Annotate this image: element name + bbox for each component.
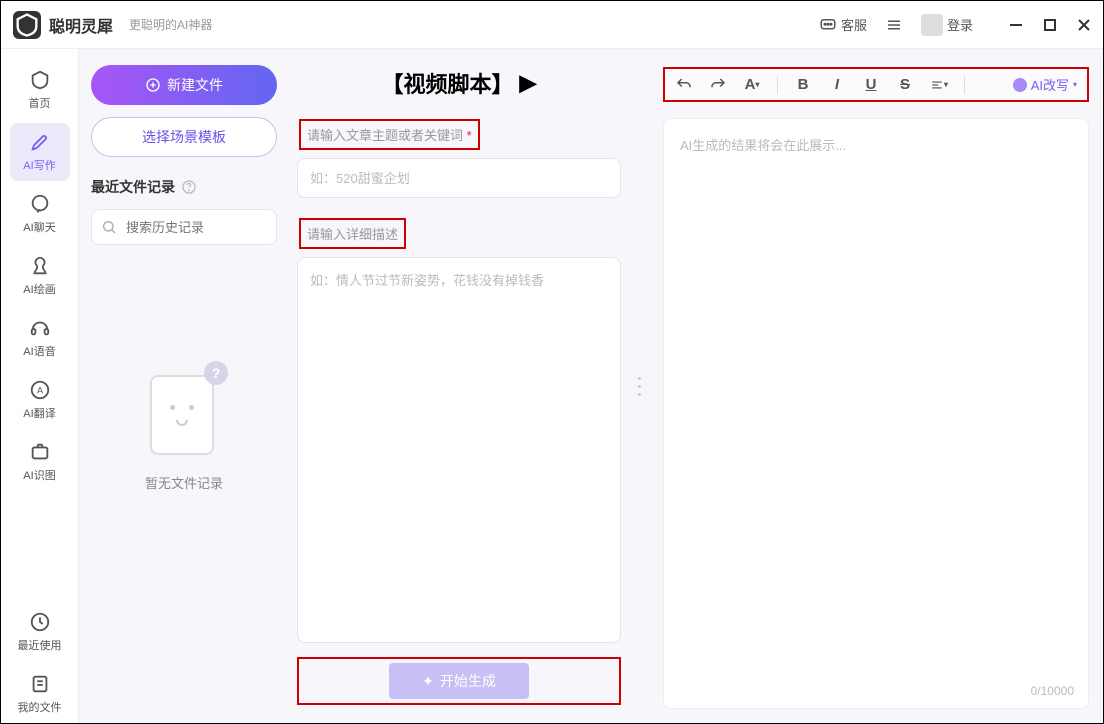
editor-toolbar: A▾ B I U S ▾ AI改写 ▾	[663, 67, 1089, 102]
undo-icon[interactable]	[675, 76, 693, 94]
sidebar-item-recent[interactable]: 最近使用	[10, 603, 70, 661]
titlebar: 聪明灵犀 更聪明的AI神器 客服 登录	[1, 1, 1103, 49]
help-icon[interactable]	[181, 179, 197, 195]
sidebar-item-voice[interactable]: AI语音	[10, 309, 70, 367]
empty-state: ? 暂无文件记录	[91, 367, 277, 492]
italic-icon[interactable]: I	[828, 76, 846, 94]
desc-textarea[interactable]	[297, 257, 621, 643]
svg-text:A: A	[36, 386, 43, 396]
main: 首页 AI写作 AI聊天 AI绘画 AI语音 A AI翻译 AI识图	[1, 49, 1103, 723]
drag-handle[interactable]	[633, 374, 645, 398]
redo-icon[interactable]	[709, 76, 727, 94]
sidebar-label: 首页	[29, 95, 51, 111]
login-button[interactable]: 登录	[921, 14, 973, 36]
app-name: 聪明灵犀	[49, 13, 113, 37]
sidebar-item-chat[interactable]: AI聊天	[10, 185, 70, 243]
page-title: 【视频脚本】 ▶	[297, 67, 621, 99]
ai-rewrite-label: AI改写	[1031, 75, 1069, 94]
mid-panel: 【视频脚本】 ▶ 请输入文章主题或者关键词 * 请输入详细描述 ✦ 开始生成	[289, 49, 629, 723]
support-button[interactable]: 客服	[819, 15, 867, 34]
sidebar-item-translate[interactable]: A AI翻译	[10, 371, 70, 429]
sidebar-label: AI识图	[23, 467, 55, 483]
underline-icon[interactable]: U	[862, 76, 880, 94]
search-box	[91, 209, 277, 245]
sidebar-label: AI翻译	[23, 405, 55, 421]
header-actions: 客服 登录	[819, 14, 1091, 36]
align-icon[interactable]: ▾	[930, 76, 948, 94]
new-file-button[interactable]: 新建文件	[91, 65, 277, 105]
topic-label: 请输入文章主题或者关键词 *	[299, 119, 480, 150]
char-count: 0/10000	[1031, 684, 1074, 698]
login-label: 登录	[947, 15, 973, 34]
output-area[interactable]: AI生成的结果将会在此展示... 0/10000	[663, 118, 1089, 709]
sidebar-label: AI语音	[23, 343, 55, 359]
generate-wrap: ✦ 开始生成	[297, 657, 621, 705]
minimize-icon[interactable]	[1009, 18, 1023, 32]
sidebar-label: AI绘画	[23, 281, 55, 297]
sidebar-item-home[interactable]: 首页	[10, 61, 70, 119]
empty-text: 暂无文件记录	[145, 473, 223, 492]
sidebar-label: AI聊天	[23, 219, 55, 235]
sidebar-item-vision[interactable]: AI识图	[10, 433, 70, 491]
empty-illustration: ?	[144, 367, 224, 457]
new-file-label: 新建文件	[167, 75, 223, 95]
font-color-icon[interactable]: A▾	[743, 76, 761, 94]
app-logo-icon	[13, 11, 41, 39]
recent-title-text: 最近文件记录	[91, 177, 175, 197]
recent-title: 最近文件记录	[91, 177, 277, 197]
close-icon[interactable]	[1077, 18, 1091, 32]
sidebar-item-draw[interactable]: AI绘画	[10, 247, 70, 305]
sidebar-item-files[interactable]: 我的文件	[10, 665, 70, 723]
maximize-icon[interactable]	[1043, 18, 1057, 32]
support-label: 客服	[841, 15, 867, 34]
ai-rewrite-button[interactable]: AI改写 ▾	[1013, 75, 1077, 94]
search-input[interactable]	[91, 209, 277, 245]
generate-button[interactable]: ✦ 开始生成	[389, 663, 529, 699]
output-placeholder: AI生成的结果将会在此展示...	[680, 138, 846, 153]
avatar-icon	[921, 14, 943, 36]
sidebar-item-write[interactable]: AI写作	[10, 123, 70, 181]
logo: 聪明灵犀 更聪明的AI神器	[13, 11, 212, 39]
desc-label: 请输入详细描述	[299, 218, 406, 249]
search-icon	[101, 219, 117, 235]
strike-icon[interactable]: S	[896, 76, 914, 94]
page-title-text: 【视频脚本】	[382, 67, 514, 99]
menu-button[interactable]	[885, 16, 903, 34]
ai-rewrite-icon	[1013, 78, 1027, 92]
sidebar-label: AI写作	[23, 157, 55, 173]
play-icon: ▶	[520, 70, 537, 96]
left-panel: 新建文件 选择场景模板 最近文件记录 ? 暂无文件记录	[79, 49, 289, 723]
plus-icon	[145, 77, 161, 93]
sidebar-label: 我的文件	[18, 699, 62, 715]
sidebar: 首页 AI写作 AI聊天 AI绘画 AI语音 A AI翻译 AI识图	[1, 49, 79, 723]
bold-icon[interactable]: B	[794, 76, 812, 94]
sparkle-icon: ✦	[422, 673, 434, 690]
topic-input[interactable]	[297, 158, 621, 198]
generate-label: 开始生成	[440, 671, 496, 691]
choose-template-button[interactable]: 选择场景模板	[91, 117, 277, 157]
sidebar-label: 最近使用	[18, 637, 62, 653]
right-panel: A▾ B I U S ▾ AI改写 ▾ AI生成的结果将会在此展示... 0/1…	[649, 49, 1103, 723]
app-tagline: 更聪明的AI神器	[129, 16, 212, 33]
